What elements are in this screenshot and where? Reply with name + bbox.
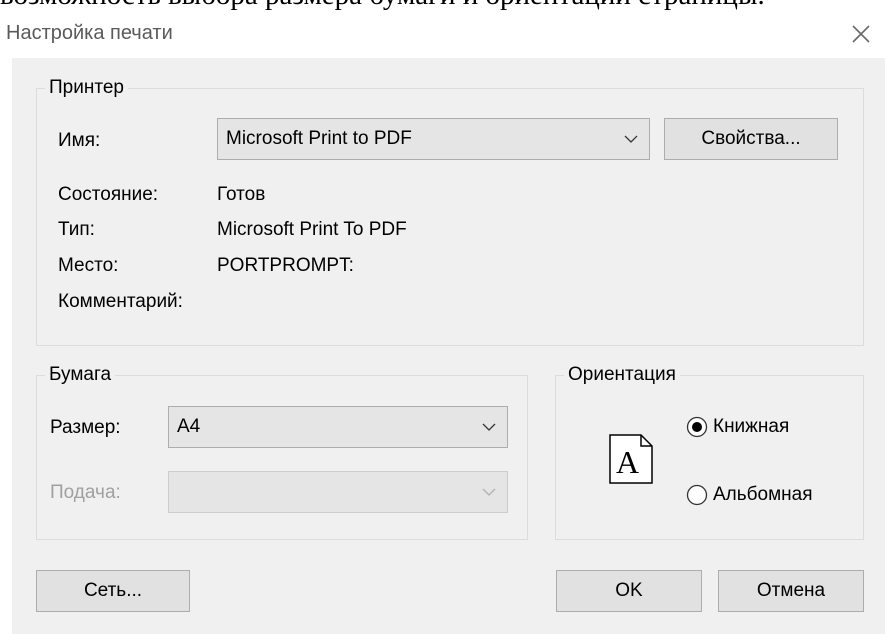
printer-group-label: Принтер	[45, 76, 128, 100]
printer-name-select[interactable]: Microsoft Print to PDF	[217, 118, 650, 160]
paper-group: Бумага Размер: A4 Подача:	[36, 363, 528, 540]
paper-size-select[interactable]: A4	[168, 406, 508, 448]
printer-name-value: Microsoft Print to PDF	[226, 128, 412, 149]
paper-size-value: A4	[177, 416, 201, 437]
chevron-down-icon	[482, 488, 496, 496]
printer-group: Принтер Имя: Microsoft Print to PDF Свой…	[36, 76, 864, 346]
close-icon[interactable]	[847, 20, 875, 48]
network-button[interactable]: Сеть...	[36, 570, 190, 612]
landscape-radio-icon[interactable]	[686, 484, 708, 506]
cancel-button[interactable]: Отмена	[718, 570, 864, 612]
printer-location-label: Место:	[58, 255, 119, 276]
portrait-radio-icon[interactable]	[686, 416, 708, 438]
printer-type-label: Тип:	[58, 219, 95, 240]
printer-status-label: Состояние:	[58, 184, 159, 205]
paper-size-label: Размер:	[50, 417, 121, 438]
orientation-group-label: Ориентация	[564, 363, 680, 387]
portrait-radio-label[interactable]: Книжная	[713, 415, 789, 439]
chevron-down-icon	[624, 135, 638, 143]
paper-source-label: Подача:	[50, 482, 121, 503]
landscape-radio-label[interactable]: Альбомная	[713, 483, 813, 507]
dialog-body: Принтер Имя: Microsoft Print to PDF Свой…	[12, 58, 885, 634]
page-preview-letter: A	[616, 444, 640, 480]
printer-type-value: Microsoft Print To PDF	[217, 219, 407, 240]
printer-name-label: Имя:	[58, 130, 101, 151]
paper-source-select[interactable]	[168, 471, 508, 513]
window-title: Настройка печати	[6, 22, 173, 44]
printer-comment-label: Комментарий:	[58, 291, 183, 312]
orientation-group: Ориентация A Книжная Альбомная	[555, 363, 864, 540]
chevron-down-icon	[482, 423, 496, 431]
printer-status-value: Готов	[217, 184, 266, 205]
document-text-above: возможность выбора размера бумаги и орие…	[0, 0, 885, 12]
properties-button[interactable]: Свойства...	[664, 118, 838, 160]
printer-location-value: PORTPROMPT:	[217, 255, 354, 276]
ok-button[interactable]: OK	[556, 570, 702, 612]
paper-group-label: Бумага	[45, 363, 116, 387]
title-bar: Настройка печати	[0, 12, 885, 58]
